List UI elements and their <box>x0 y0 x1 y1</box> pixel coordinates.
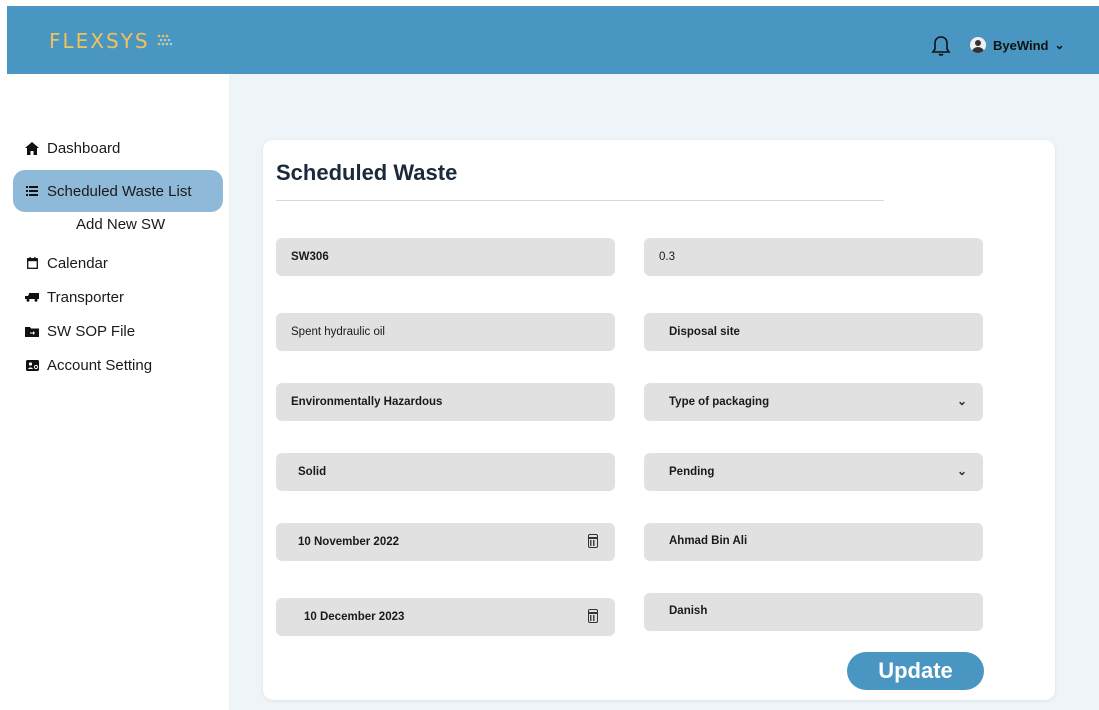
scheduled-waste-form-card: Scheduled Waste SW306 0.3 Spent hydrauli… <box>263 140 1055 700</box>
logo[interactable]: FLEXSYS <box>49 28 174 54</box>
end-date-field[interactable]: 10 December 2023 <box>276 598 615 636</box>
logo-mark-icon <box>157 34 172 46</box>
person-in-charge-field[interactable]: Ahmad Bin Ali <box>644 523 983 561</box>
chevron-down-icon: ⌄ <box>956 394 967 408</box>
sidebar-subitem-add-new-sw[interactable]: Add New SW <box>76 216 165 233</box>
sidebar-item-account-setting[interactable]: Account Setting <box>25 354 152 376</box>
top-bar: FLEXSYS ByeWind ⌄ <box>7 6 1099 74</box>
chevron-down-icon: ⌄ <box>956 464 967 478</box>
start-date-field[interactable]: 10 November 2022 <box>276 523 615 561</box>
quantity-field[interactable]: 0.3 <box>644 238 983 276</box>
user-menu[interactable]: ByeWind ⌄ <box>970 37 1065 53</box>
waste-name-field[interactable]: Spent hydraulic oil <box>276 313 615 351</box>
waste-category-field[interactable]: Environmentally Hazardous <box>276 383 615 421</box>
sidebar: Dashboard Scheduled Waste List Add New S… <box>7 74 229 710</box>
list-icon <box>25 184 39 198</box>
chevron-down-icon: ⌄ <box>1054 38 1065 52</box>
calendar-icon[interactable] <box>588 534 598 548</box>
approver-field[interactable]: Danish <box>644 593 983 631</box>
sidebar-item-transporter[interactable]: Transporter <box>25 286 124 308</box>
main-content: Scheduled Waste SW306 0.3 Spent hydrauli… <box>229 74 1099 710</box>
home-icon <box>25 141 39 155</box>
calendar-icon <box>25 256 39 270</box>
sidebar-item-calendar[interactable]: Calendar <box>25 252 108 274</box>
title-divider <box>276 200 884 201</box>
truck-icon <box>25 290 39 304</box>
sidebar-item-dashboard[interactable]: Dashboard <box>25 137 120 159</box>
page-title: Scheduled Waste <box>276 160 458 185</box>
sidebar-item-scheduled-waste-list[interactable]: Scheduled Waste List <box>25 180 192 202</box>
packaging-type-select[interactable]: Type of packaging ⌄ <box>644 383 983 421</box>
sidebar-item-sw-sop-file[interactable]: SW SOP File <box>25 320 135 342</box>
account-icon <box>25 358 39 372</box>
calendar-icon[interactable] <box>588 609 598 623</box>
bell-icon[interactable] <box>931 35 951 57</box>
update-button[interactable]: Update <box>847 652 984 690</box>
disposal-site-field[interactable]: Disposal site <box>644 313 983 351</box>
avatar <box>970 37 986 53</box>
sw-code-field[interactable]: SW306 <box>276 238 615 276</box>
waste-state-field[interactable]: Solid <box>276 453 615 491</box>
folder-icon <box>25 324 39 338</box>
user-name: ByeWind <box>993 37 1049 53</box>
status-select[interactable]: Pending ⌄ <box>644 453 983 491</box>
